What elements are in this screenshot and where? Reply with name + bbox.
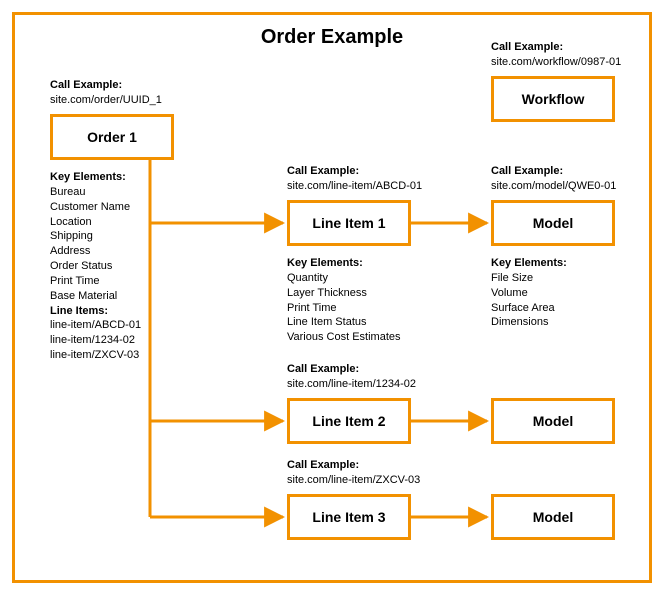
- lineitem2-call-label: Call Example: site.com/line-item/1234-02: [287, 362, 416, 392]
- order-box: Order 1: [50, 114, 174, 160]
- model-key-elements: Key Elements: File Size Volume Surface A…: [491, 256, 567, 330]
- model2-box: Model: [491, 398, 615, 444]
- lineitem-key-elements: Key Elements: Quantity Layer Thickness P…: [287, 256, 401, 345]
- lineitem3-call-label: Call Example: site.com/line-item/ZXCV-03: [287, 458, 420, 488]
- model3-box: Model: [491, 494, 615, 540]
- lineitem2-box: Line Item 2: [287, 398, 411, 444]
- lineitem3-box: Line Item 3: [287, 494, 411, 540]
- model1-call-label: Call Example: site.com/model/QWE0-01: [491, 164, 616, 194]
- workflow-box: Workflow: [491, 76, 615, 122]
- lineitem1-box: Line Item 1: [287, 200, 411, 246]
- order-key-elements: Key Elements: Bureau Customer Name Locat…: [50, 170, 141, 363]
- lineitem1-call-label: Call Example: site.com/line-item/ABCD-01: [287, 164, 422, 194]
- model1-box: Model: [491, 200, 615, 246]
- workflow-call-label: Call Example: site.com/workflow/0987-01: [491, 40, 621, 70]
- order-call-label: Call Example: site.com/order/UUID_1: [50, 78, 162, 108]
